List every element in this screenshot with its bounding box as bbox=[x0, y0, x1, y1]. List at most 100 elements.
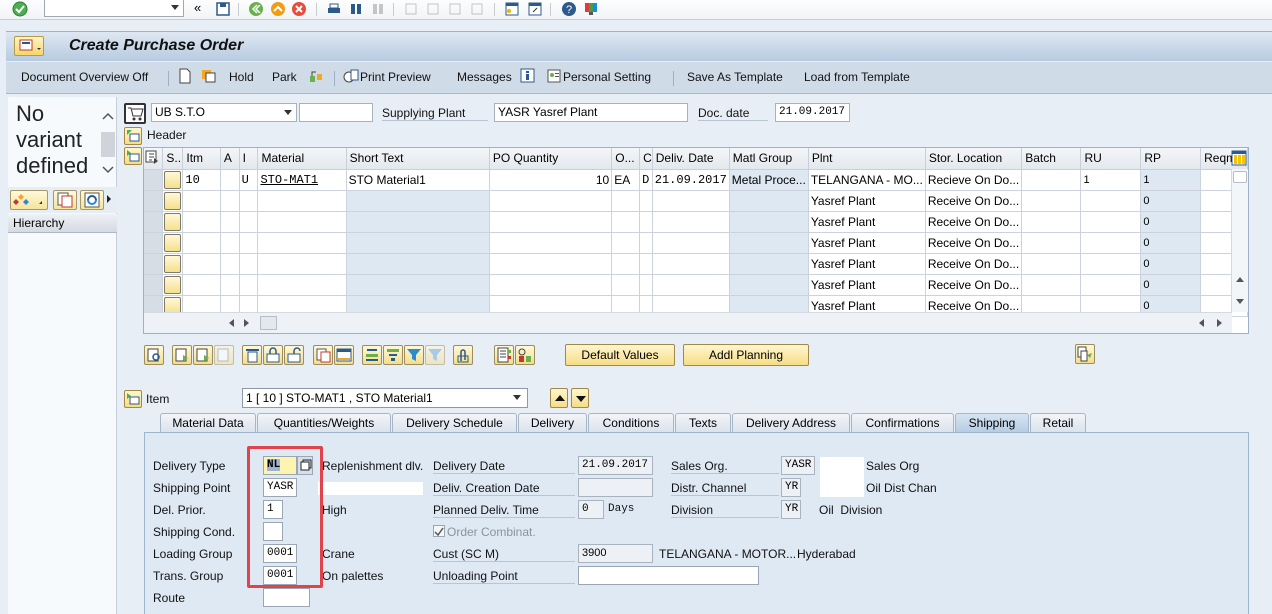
grid-cell-ru[interactable]: 1 bbox=[1080, 169, 1142, 191]
grid-cell-matl-group[interactable]: Metal Proce... bbox=[729, 169, 809, 191]
more-arrow-icon[interactable] bbox=[107, 195, 111, 203]
grid-cell-po-quantity[interactable]: 10 bbox=[489, 169, 613, 191]
find-icon[interactable] bbox=[348, 1, 364, 17]
info-icon[interactable] bbox=[520, 68, 535, 86]
row-selector[interactable] bbox=[144, 190, 164, 212]
grid-cell-short-text[interactable] bbox=[346, 190, 490, 212]
column-header[interactable]: C bbox=[639, 148, 653, 170]
grid-cell-c[interactable] bbox=[639, 274, 653, 296]
column-header[interactable]: Batch bbox=[1021, 148, 1082, 170]
scroll-left-icon[interactable] bbox=[229, 319, 234, 327]
grid-cell-o[interactable] bbox=[611, 190, 641, 212]
route-input[interactable] bbox=[263, 588, 310, 607]
grid-cell-po-quantity[interactable] bbox=[489, 211, 613, 233]
grid-cell-po-quantity[interactable] bbox=[489, 190, 613, 212]
next-item-button[interactable] bbox=[571, 388, 589, 408]
select-all-icon[interactable] bbox=[144, 148, 164, 170]
grid-cell-short-text[interactable] bbox=[346, 253, 490, 275]
previous-item-button[interactable] bbox=[550, 388, 568, 408]
table-row[interactable]: Yasref Plant Receive On Do... 0 bbox=[144, 190, 1248, 212]
grid-cell-a[interactable] bbox=[220, 190, 240, 212]
select-all-rows-icon[interactable] bbox=[172, 345, 192, 365]
grid-cell-i[interactable] bbox=[239, 274, 259, 296]
document-transfer-icon[interactable] bbox=[1075, 344, 1095, 364]
grid-horizontal-scrollbar[interactable] bbox=[144, 312, 1232, 333]
expand-header-icon[interactable] bbox=[124, 127, 142, 145]
loading-group-input[interactable]: 0001 bbox=[263, 544, 297, 563]
grid-cell-rp[interactable]: 0 bbox=[1140, 232, 1202, 254]
grid-cell-plnt[interactable]: Yasref Plant bbox=[808, 253, 926, 275]
grid-cell-material[interactable] bbox=[257, 211, 347, 233]
grid-cell-batch[interactable] bbox=[1021, 190, 1082, 212]
select-block-icon[interactable] bbox=[193, 345, 213, 365]
grid-cell-i[interactable]: U bbox=[239, 169, 259, 191]
status-cell[interactable] bbox=[162, 211, 184, 233]
delivery-type-input[interactable]: NL bbox=[263, 456, 297, 475]
tab-material-data[interactable]: Material Data bbox=[160, 413, 256, 432]
grid-cell-c[interactable]: D bbox=[639, 169, 653, 191]
print-preview-icon[interactable] bbox=[343, 68, 359, 87]
collapse-item-detail-icon[interactable] bbox=[124, 390, 142, 408]
column-header[interactable]: Deliv. Date bbox=[652, 148, 730, 170]
insert-rows-icon[interactable] bbox=[334, 345, 354, 365]
grid-cell-rp[interactable]: 1 bbox=[1140, 169, 1202, 191]
column-header[interactable]: Itm bbox=[182, 148, 221, 170]
vertical-scrollbar[interactable] bbox=[100, 107, 116, 185]
tab-retail[interactable]: Retail bbox=[1030, 413, 1086, 432]
grid-cell-stor-location[interactable]: Receive On Do... bbox=[925, 211, 1023, 233]
copy-icon[interactable] bbox=[53, 190, 77, 210]
column-header[interactable]: RU bbox=[1080, 148, 1142, 170]
item-list-icon[interactable] bbox=[494, 345, 514, 365]
hierarchy-header[interactable]: Hierarchy bbox=[8, 214, 117, 233]
cart-icon[interactable] bbox=[124, 103, 146, 124]
park-button[interactable]: Park bbox=[272, 70, 297, 84]
grid-cell-itm[interactable] bbox=[182, 274, 221, 296]
new-document-icon[interactable] bbox=[178, 68, 192, 87]
hold-button[interactable]: Hold bbox=[229, 70, 254, 84]
save-icon[interactable] bbox=[215, 1, 231, 17]
grid-cell-short-text[interactable] bbox=[346, 232, 490, 254]
distr-channel-input[interactable]: YR bbox=[781, 478, 801, 497]
grid-cell-batch[interactable] bbox=[1021, 232, 1082, 254]
doc-date-input[interactable]: 21.09.2017 bbox=[775, 103, 850, 122]
grid-cell-short-text[interactable] bbox=[346, 274, 490, 296]
grid-cell-c[interactable] bbox=[639, 253, 653, 275]
column-header[interactable]: RP bbox=[1140, 148, 1202, 170]
new-session-icon[interactable] bbox=[504, 1, 520, 17]
status-cell[interactable] bbox=[162, 190, 184, 212]
shipping-cond-input[interactable] bbox=[263, 522, 283, 541]
tab-confirmations[interactable]: Confirmations bbox=[851, 413, 954, 432]
grid-cell-o[interactable]: EA bbox=[611, 169, 641, 191]
del-prior-input[interactable]: 1 bbox=[263, 500, 283, 519]
grid-cell-itm[interactable] bbox=[182, 190, 221, 212]
scroll-left-icon[interactable] bbox=[1199, 319, 1204, 327]
details-icon[interactable] bbox=[144, 345, 164, 365]
check-icon[interactable] bbox=[308, 68, 324, 87]
copy-row-icon[interactable] bbox=[313, 345, 333, 365]
grid-cell-matl-group[interactable] bbox=[729, 253, 809, 275]
grid-cell-material[interactable] bbox=[257, 274, 347, 296]
chevron-down-icon[interactable] bbox=[513, 395, 521, 400]
shortcut-icon[interactable] bbox=[527, 1, 543, 17]
exit-icon[interactable] bbox=[270, 1, 286, 17]
grid-cell-po-quantity[interactable] bbox=[489, 274, 613, 296]
lock-icon[interactable] bbox=[263, 345, 283, 365]
status-cell[interactable] bbox=[162, 169, 184, 191]
grid-cell-po-quantity[interactable] bbox=[489, 253, 613, 275]
supplying-plant-input[interactable]: YASR Yasref Plant bbox=[494, 103, 688, 122]
po-number-input[interactable] bbox=[299, 103, 373, 122]
cancel-icon[interactable] bbox=[291, 1, 307, 17]
status-cell[interactable] bbox=[162, 253, 184, 275]
grid-cell-material[interactable] bbox=[257, 253, 347, 275]
tab-conditions[interactable]: Conditions bbox=[588, 413, 674, 432]
grid-cell-batch[interactable] bbox=[1021, 169, 1082, 191]
grid-cell-a[interactable] bbox=[220, 253, 240, 275]
order-combinat-checkbox[interactable] bbox=[433, 525, 445, 537]
grid-cell-stor-location[interactable]: Receive On Do... bbox=[925, 190, 1023, 212]
tab-shipping[interactable]: Shipping bbox=[955, 413, 1029, 432]
tab-delivery-address[interactable]: Delivery Address bbox=[732, 413, 850, 432]
grid-cell-stor-location[interactable]: Receive On Do... bbox=[925, 253, 1023, 275]
grid-cell-rp[interactable]: 0 bbox=[1140, 190, 1202, 212]
grid-cell-c[interactable] bbox=[639, 211, 653, 233]
shipping-point-input[interactable]: YASR bbox=[263, 478, 297, 497]
